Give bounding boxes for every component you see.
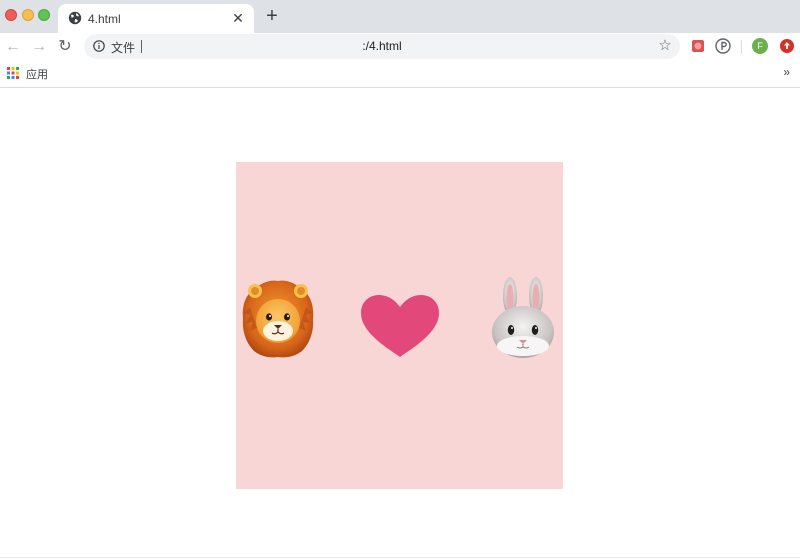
window-bottom-edge: [0, 557, 800, 558]
reload-button[interactable]: ↻: [55, 37, 75, 57]
close-tab-icon[interactable]: ✕: [230, 10, 246, 26]
close-window-button[interactable]: [5, 9, 17, 21]
heart-icon: [361, 295, 439, 357]
bookmarks-bar: 应用 »: [0, 60, 800, 88]
lion-face-icon: [242, 280, 314, 358]
bookmarks-overflow-icon[interactable]: »: [783, 65, 790, 79]
rabbit-face-icon: [492, 277, 554, 358]
url-text[interactable]: :/4.html: [84, 39, 680, 53]
forward-button[interactable]: →: [29, 37, 49, 57]
tab-4-html[interactable]: 4.html ✕: [58, 4, 254, 33]
globe-icon: [68, 11, 82, 25]
extension-red-icon[interactable]: [690, 38, 706, 54]
apps-grid-icon[interactable]: [7, 67, 19, 79]
apps-bookmark[interactable]: 应用: [26, 66, 48, 82]
toolbar: ← → ↻ 文件 :/4.html ☆ F: [0, 33, 800, 60]
minimize-window-button[interactable]: [22, 9, 34, 21]
back-button[interactable]: ←: [3, 37, 23, 57]
new-tab-button[interactable]: +: [262, 6, 282, 26]
tab-strip: 4.html ✕ +: [0, 0, 800, 33]
bookmark-star-icon[interactable]: ☆: [656, 37, 674, 55]
tab-title: 4.html: [88, 12, 121, 26]
profile-avatar[interactable]: F: [752, 38, 768, 54]
maximize-window-button[interactable]: [38, 9, 50, 21]
address-bar[interactable]: 文件 :/4.html ☆: [84, 34, 680, 59]
content-card: [236, 162, 563, 489]
pinterest-icon[interactable]: [715, 38, 731, 54]
toolbar-separator: [741, 40, 742, 54]
extension-upload-icon[interactable]: [779, 38, 795, 54]
